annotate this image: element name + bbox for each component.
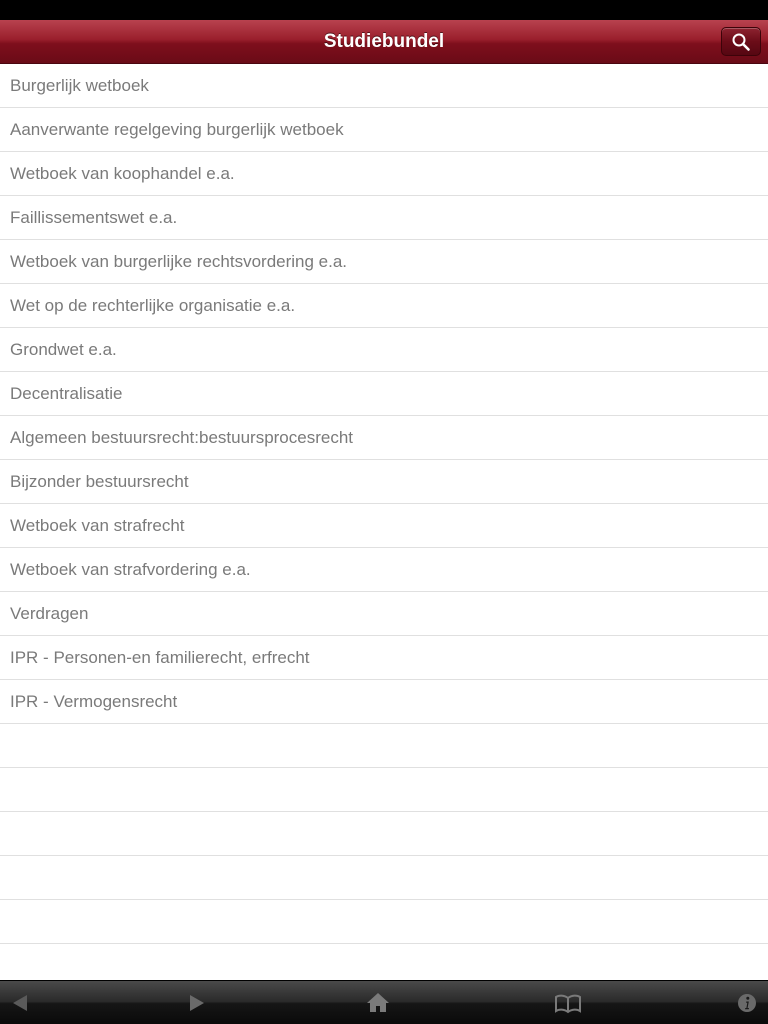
info-icon [738, 994, 756, 1012]
list-item[interactable]: Wetboek van burgerlijke rechtsvordering … [0, 240, 768, 284]
search-icon [732, 33, 750, 51]
list-item[interactable]: Aanverwante regelgeving burgerlijk wetbo… [0, 108, 768, 152]
list-item[interactable]: IPR - Personen-en familierecht, erfrecht [0, 636, 768, 680]
navigation-bar: Studiebundel [0, 20, 768, 64]
forward-arrow-icon [190, 995, 204, 1011]
list-item[interactable]: IPR - Vermogensrecht [0, 680, 768, 724]
book-button[interactable] [554, 989, 582, 1017]
empty-row [0, 812, 768, 856]
list-item[interactable]: Wetboek van strafvordering e.a. [0, 548, 768, 592]
list-item[interactable]: Verdragen [0, 592, 768, 636]
empty-row [0, 724, 768, 768]
back-arrow-icon [13, 995, 27, 1011]
home-icon [367, 993, 389, 1012]
back-button[interactable] [6, 989, 34, 1017]
search-button[interactable] [721, 27, 761, 56]
empty-row [0, 768, 768, 812]
list-item[interactable]: Decentralisatie [0, 372, 768, 416]
list-item[interactable]: Wetboek van koophandel e.a. [0, 152, 768, 196]
list-item[interactable]: Faillissementswet e.a. [0, 196, 768, 240]
list-item[interactable]: Wet op de rechterlijke organisatie e.a. [0, 284, 768, 328]
empty-row [0, 856, 768, 900]
info-button[interactable] [733, 989, 761, 1017]
forward-button[interactable] [183, 989, 211, 1017]
list-item[interactable]: Algemeen bestuursrecht:bestuursprocesrec… [0, 416, 768, 460]
status-bar [0, 0, 768, 20]
bottom-toolbar [0, 980, 768, 1024]
home-button[interactable] [364, 989, 392, 1017]
list-item[interactable]: Wetboek van strafrecht [0, 504, 768, 548]
book-icon [555, 994, 581, 1014]
page-title: Studiebundel [323, 31, 445, 52]
list-item[interactable]: Bijzonder bestuursrecht [0, 460, 768, 504]
empty-row [0, 900, 768, 944]
list-item[interactable]: Grondwet e.a. [0, 328, 768, 372]
list-item[interactable]: Burgerlijk wetboek [0, 64, 768, 108]
empty-row [0, 944, 768, 980]
law-book-list: Burgerlijk wetboek Aanverwante regelgevi… [0, 64, 768, 980]
